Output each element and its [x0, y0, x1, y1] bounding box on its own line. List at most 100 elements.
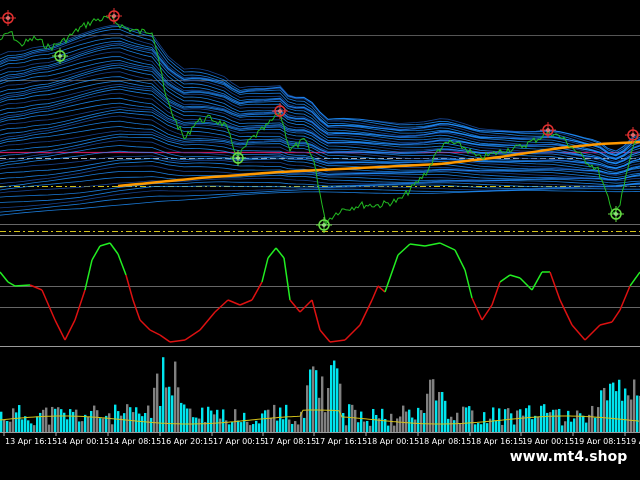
- volume-bar: [465, 407, 468, 432]
- volume-bar: [42, 409, 45, 432]
- volume-bar: [192, 417, 195, 432]
- volume-bar: [489, 418, 492, 432]
- volume-bar: [411, 417, 414, 432]
- time-axis-label: 17 Apr 16:15: [315, 437, 367, 446]
- volume-bar: [306, 385, 309, 432]
- volume-bar: [123, 413, 126, 432]
- volume-bar: [264, 410, 267, 432]
- volume-bar: [315, 370, 318, 432]
- volume-bar: [162, 357, 165, 432]
- volume-bar: [270, 417, 273, 432]
- volume-bar: [597, 407, 600, 432]
- volume-bar: [303, 417, 306, 432]
- volume-bar: [168, 386, 171, 432]
- volume-bar: [492, 407, 495, 432]
- volume-bar: [276, 420, 279, 432]
- trading-chart[interactable]: 13 Apr 16:15 14 Apr 00:15 14 Apr 08:15 16 A…: [0, 0, 640, 480]
- volume-bar: [474, 424, 477, 432]
- volume-bar: [456, 412, 459, 432]
- volume-bar: [615, 391, 618, 432]
- volume-bar: [201, 407, 204, 432]
- volume-bar: [408, 409, 411, 432]
- volume-bar: [630, 399, 633, 432]
- volume-bar: [336, 368, 339, 432]
- volume-bar: [576, 410, 579, 432]
- volume-bar: [216, 409, 219, 432]
- volume-bar: [294, 421, 297, 432]
- volume-bar: [345, 425, 348, 432]
- volume-bar: [360, 411, 363, 432]
- volume-bar: [144, 412, 147, 432]
- volume-bar: [318, 397, 321, 432]
- volume-bar: [609, 383, 612, 432]
- volume-bar: [621, 400, 624, 432]
- volume-bar: [129, 407, 132, 432]
- volume-bar: [585, 422, 588, 432]
- volume-bar: [198, 418, 201, 432]
- volume-bar: [561, 425, 564, 432]
- volume-bar: [477, 423, 480, 432]
- volume-bar: [15, 412, 18, 432]
- volume-bar: [321, 376, 324, 432]
- volume-bar: [600, 390, 603, 432]
- volume-bar: [543, 404, 546, 432]
- volume-bar: [606, 400, 609, 432]
- volume-bar: [582, 415, 585, 432]
- volume-bar: [552, 409, 555, 432]
- volume-bar: [195, 417, 198, 432]
- volume-bar: [396, 418, 399, 432]
- volume-bar: [57, 407, 60, 432]
- volume-bar: [516, 410, 519, 432]
- volume-bar: [183, 404, 186, 432]
- volume-bar: [537, 416, 540, 432]
- volume-bar: [222, 409, 225, 432]
- volume-bar: [333, 360, 336, 432]
- volume-bar: [48, 424, 51, 432]
- volume-bar: [3, 419, 6, 432]
- volume-bar: [504, 409, 507, 432]
- volume-bar: [363, 421, 366, 432]
- volume-bar: [351, 404, 354, 432]
- volume-bar: [312, 366, 315, 432]
- volume-bar: [234, 409, 237, 432]
- volume-bar: [594, 417, 597, 432]
- volume-bar: [6, 420, 9, 432]
- volume-bar: [462, 406, 465, 432]
- volume-bar: [354, 409, 357, 432]
- volume-bar: [81, 421, 84, 432]
- volume-bar: [501, 424, 504, 432]
- volume-bar: [228, 424, 231, 432]
- volume-bar: [528, 405, 531, 432]
- volume-bar: [114, 404, 117, 432]
- chart-canvas[interactable]: 13 Apr 16:15 14 Apr 00:15 14 Apr 08:15 16 A…: [0, 0, 640, 480]
- volume-bar: [567, 410, 570, 432]
- volume-bar: [588, 414, 591, 432]
- volume-bar: [531, 419, 534, 432]
- volume-bar: [66, 419, 69, 432]
- volume-bar: [510, 413, 513, 432]
- volume-bar: [627, 395, 630, 432]
- volume-bar: [231, 421, 234, 432]
- volume-bar: [549, 412, 552, 432]
- volume-bar: [87, 416, 90, 432]
- volume-bar: [30, 423, 33, 432]
- volume-bar: [273, 404, 276, 432]
- volume-bar: [258, 423, 261, 432]
- volume-bar: [174, 361, 177, 432]
- volume-bar: [165, 387, 168, 432]
- volume-bar: [471, 410, 474, 432]
- time-axis-label: 18 Apr 00:15: [367, 437, 419, 446]
- volume-bar: [636, 395, 639, 432]
- volume-bar: [219, 418, 222, 432]
- volume-bar: [33, 425, 36, 432]
- volume-bar: [330, 365, 333, 432]
- volume-bar: [555, 409, 558, 432]
- volume-bar: [405, 411, 408, 432]
- volume-bar: [120, 415, 123, 432]
- volume-bar: [180, 402, 183, 432]
- volume-bar: [54, 408, 57, 432]
- volume-bar: [267, 409, 270, 432]
- volume-bar: [348, 404, 351, 432]
- volume-bar: [210, 410, 213, 432]
- volume-bar: [447, 418, 450, 432]
